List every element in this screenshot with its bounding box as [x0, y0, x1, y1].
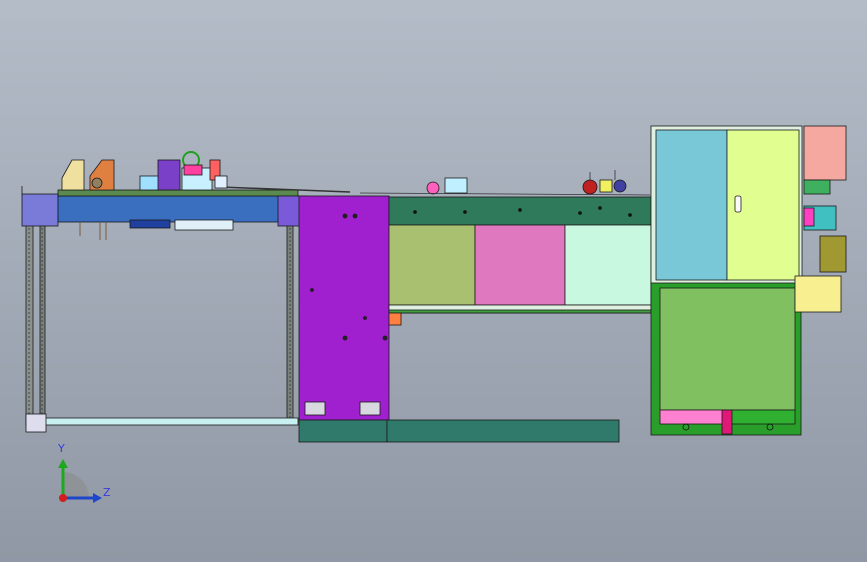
side-box-salmon — [803, 125, 847, 181]
bottom-left-foot — [25, 413, 47, 433]
beam-end-block — [21, 193, 59, 227]
drive-wheel-blue — [613, 179, 627, 193]
left-post — [25, 224, 34, 421]
left-post-inner — [39, 224, 46, 421]
panel-mint — [564, 224, 652, 306]
drawer-pink — [659, 409, 726, 425]
feeder-block-violet — [157, 159, 181, 191]
panel-pink — [474, 224, 566, 306]
base-plinth-right — [386, 419, 620, 443]
drawer-green — [724, 409, 796, 425]
door-handle-icon[interactable] — [734, 195, 742, 213]
bracket-plate — [794, 275, 842, 313]
cabinet-door-left[interactable] — [655, 129, 728, 281]
purple-side-panel — [298, 195, 390, 421]
gear-motor — [819, 235, 847, 273]
beam-underside — [129, 219, 171, 229]
machine-side-view — [0, 0, 867, 562]
sensor-box — [444, 177, 468, 194]
beam-clamp — [174, 219, 234, 231]
bottom-rail — [25, 417, 299, 426]
feeder-roller — [91, 177, 103, 189]
base-plinth-left — [298, 419, 388, 443]
main-blue-beam — [57, 195, 281, 223]
z-axis-label: Z — [103, 486, 111, 499]
drive-wheel-red — [582, 179, 598, 195]
top-conveyor-rail — [57, 189, 299, 197]
x-axis-origin — [59, 494, 67, 502]
sensor-wheel — [426, 181, 440, 195]
lower-cabinet-door[interactable] — [659, 287, 796, 411]
right-post — [286, 224, 294, 421]
rail-bracket — [388, 312, 402, 326]
y-axis-label: Y — [58, 442, 65, 455]
panel-olive — [388, 224, 476, 306]
cad-viewport[interactable]: Y Z — [0, 0, 867, 562]
